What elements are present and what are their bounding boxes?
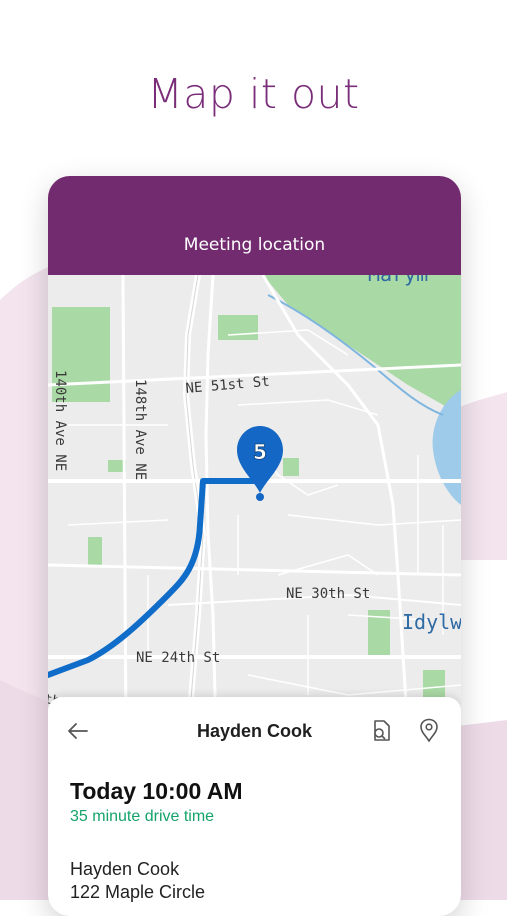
contact-name: Hayden Cook <box>70 859 180 879</box>
street-label-140th: 140th Ave NE <box>52 370 68 471</box>
park-area <box>423 670 445 700</box>
location-pin-icon[interactable] <box>417 718 441 744</box>
header-title: Meeting location <box>183 235 326 255</box>
street-label-148th: 148th Ave NE <box>132 379 148 480</box>
contact-title: Hayden Cook <box>196 721 313 741</box>
map-canvas[interactable]: 5 NE 51st St 148th Ave NE 140th Ave NE N… <box>48 262 461 736</box>
area-label-marymoor: Marym <box>368 275 428 286</box>
park-area <box>218 315 258 340</box>
map-view[interactable]: 5 NE 51st St 148th Ave NE 140th Ave NE N… <box>48 262 461 736</box>
contact-card-search-icon[interactable] <box>369 718 393 744</box>
app-header: Meeting location <box>48 176 461 275</box>
contact-address: 122 Maple Circle <box>70 882 206 902</box>
park-area <box>283 458 299 476</box>
destination-dot <box>256 493 264 501</box>
details-sheet: Hayden Cook Today 10:00 AM 35 minute dri… <box>48 697 461 916</box>
street-label-ne30: NE 30th St <box>286 586 370 602</box>
pin-label: 5 <box>253 440 267 464</box>
park-area <box>88 537 102 567</box>
headline: Map it out <box>147 70 360 118</box>
area-label-idylwood: Idylw <box>402 610 461 634</box>
drive-time: 35 minute drive time <box>70 808 215 825</box>
street-label-ne24: NE 24th St <box>136 650 220 666</box>
contact-details: Hayden Cook 122 Maple Circle <box>70 858 205 904</box>
meeting-time: Today 10:00 AM <box>70 778 243 804</box>
phone-frame: Meeting location 5 NE 51st St 148th Ave … <box>48 176 461 916</box>
